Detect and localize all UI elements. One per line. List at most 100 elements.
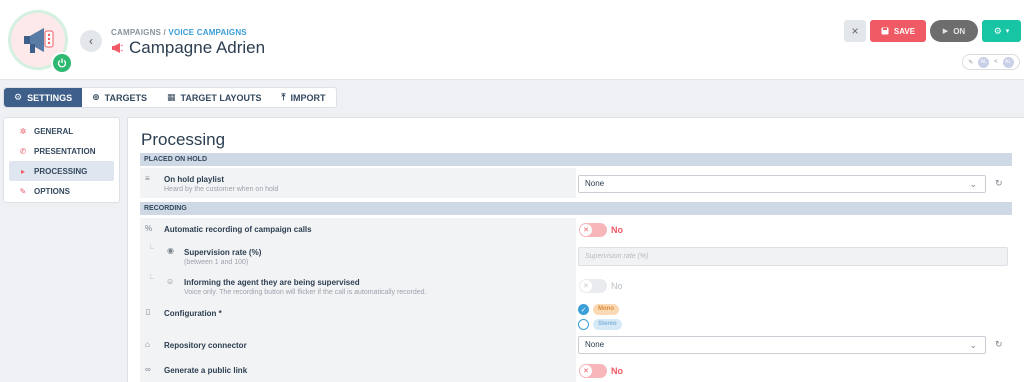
- close-icon: ✕: [580, 224, 592, 236]
- on-hold-playlist-label: On hold playlist: [164, 175, 225, 184]
- chevron-down-icon: ⌄: [969, 179, 977, 189]
- on-hold-playlist-help: Heard by the customer when on hold: [164, 186, 279, 193]
- tab-targets[interactable]: ⊕ TARGETS: [82, 88, 157, 107]
- auto-recording-value: No: [611, 225, 623, 235]
- mono-option-label: Mono: [593, 304, 619, 315]
- power-status-icon[interactable]: [51, 52, 73, 74]
- settings-dropdown-button[interactable]: ⚙ ▾: [982, 20, 1021, 42]
- upload-icon: ⤒: [281, 92, 286, 102]
- gear-icon: ⚙: [14, 92, 23, 102]
- input-placeholder: Supervision rate (%): [585, 253, 649, 260]
- sidebar-item-label: PRESENTATION: [34, 146, 96, 156]
- avatar: AL: [1002, 56, 1014, 68]
- refresh-icon[interactable]: ↻: [995, 339, 1003, 350]
- supervision-rate-input[interactable]: Supervision rate (%): [578, 247, 1008, 266]
- sidebar-item-options[interactable]: ✎ OPTIONS: [9, 181, 114, 201]
- breadcrumb: CAMPAIGNS / VOICE CAMPAIGNS: [111, 28, 247, 37]
- page-header: ‹ CAMPAIGNS / VOICE CAMPAIGNS Campagne A…: [0, 0, 1024, 80]
- chevron-down-icon: ⌄: [969, 340, 977, 350]
- user-icon: ☺: [166, 277, 175, 286]
- crosshair-icon: ⊕: [92, 92, 100, 102]
- close-button[interactable]: ×: [844, 20, 866, 42]
- close-icon: ✕: [580, 365, 592, 377]
- link-icon: ∞: [145, 365, 151, 374]
- configuration-label: Configuration *: [164, 309, 222, 318]
- breadcrumb-root[interactable]: CAMPAIGNS: [111, 28, 161, 37]
- configuration-label-text: Configuration: [164, 309, 217, 318]
- settings-sidebar: ✲ GENERAL ✆ PRESENTATION ▸ PROCESSING ✎ …: [3, 117, 120, 203]
- tab-label: TARGET LAYOUTS: [180, 92, 262, 103]
- public-link-toggle[interactable]: ✕: [579, 364, 607, 378]
- informing-agent-value: No: [611, 281, 623, 291]
- grid-icon: ▦: [166, 92, 176, 102]
- tab-label: TARGETS: [104, 92, 147, 103]
- megaphone-icon: [112, 43, 123, 53]
- tab-bar: ⚙ SETTINGS ⊕ TARGETS ▦ TARGET LAYOUTS ⤒ …: [3, 87, 337, 108]
- play-icon: ▸: [20, 166, 25, 176]
- required-marker: *: [218, 309, 222, 318]
- tab-target-layouts[interactable]: ▦ TARGET LAYOUTS: [157, 88, 272, 107]
- refresh-icon[interactable]: ↻: [995, 178, 1003, 189]
- tree-branch-icon: └: [148, 274, 154, 283]
- close-icon: ✕: [580, 280, 592, 292]
- gear-icon: ⚙: [993, 25, 1002, 36]
- save-icon: [881, 27, 889, 35]
- sidebar-item-label: OPTIONS: [34, 186, 71, 196]
- tab-label: IMPORT: [290, 92, 326, 103]
- wrench-icon: ✎: [19, 186, 27, 196]
- section-header-recording: RECORDING: [140, 202, 1012, 215]
- play-icon: ▶: [942, 28, 949, 35]
- sidebar-item-label: GENERAL: [34, 126, 74, 136]
- public-link-label: Generate a public link: [164, 366, 248, 375]
- tab-import[interactable]: ⤒ IMPORT: [272, 88, 336, 107]
- megaphone-icon: [24, 28, 54, 53]
- sidebar-item-label: PROCESSING: [34, 166, 88, 176]
- public-link-value: No: [611, 366, 623, 376]
- save-label: SAVE: [893, 26, 916, 36]
- auto-recording-toggle[interactable]: ✕: [579, 223, 607, 237]
- share-icon: <: [994, 59, 998, 65]
- on-label: ON: [953, 26, 966, 36]
- page-title: Campagne Adrien: [129, 38, 266, 57]
- avatar: AL: [978, 56, 990, 68]
- informing-agent-label: Informing the agent they are being super…: [184, 278, 360, 287]
- tab-settings[interactable]: ⚙ SETTINGS: [4, 88, 83, 107]
- playlist-icon: ≡: [145, 174, 150, 183]
- tree-branch-icon: └: [148, 244, 154, 253]
- radio-stereo[interactable]: [578, 319, 589, 330]
- radio-mono[interactable]: ✓: [578, 304, 589, 315]
- back-button[interactable]: ‹: [80, 30, 102, 52]
- phone-icon: ✆: [19, 146, 27, 156]
- sidebar-item-presentation[interactable]: ✆ PRESENTATION: [9, 141, 114, 161]
- percent-icon: %: [145, 224, 153, 233]
- collaborators-badge[interactable]: ✎ AL < AL: [962, 54, 1020, 70]
- file-icon: ▯: [146, 307, 151, 316]
- row-background: [140, 218, 576, 382]
- supervision-rate-help: (between 1 and 100): [184, 259, 249, 266]
- on-hold-playlist-select[interactable]: None ⌄: [578, 175, 986, 193]
- sidebar-item-general[interactable]: ✲ GENERAL: [9, 121, 114, 141]
- informing-agent-toggle[interactable]: ✕: [579, 279, 607, 293]
- building-icon: ⌂: [145, 340, 150, 349]
- eye-icon: ◉: [167, 246, 174, 255]
- check-icon: ✓: [580, 306, 587, 314]
- section-title: Processing: [141, 130, 226, 149]
- chevron-down-icon: ▾: [1005, 28, 1010, 35]
- section-header-placed-on-hold: PLACED ON HOLD: [140, 153, 1012, 166]
- auto-recording-label: Automatic recording of campaign calls: [164, 225, 312, 234]
- repository-connector-select[interactable]: None ⌄: [578, 336, 986, 354]
- save-button[interactable]: SAVE: [870, 20, 926, 42]
- on-toggle-button[interactable]: ▶ ON: [930, 20, 978, 42]
- repository-connector-label: Repository connector: [164, 341, 247, 350]
- informing-agent-help: Voice only. The recording button will fl…: [184, 289, 427, 296]
- sidebar-item-processing[interactable]: ▸ PROCESSING: [9, 161, 114, 181]
- breadcrumb-current[interactable]: VOICE CAMPAIGNS: [168, 28, 246, 37]
- gear-icon: ✲: [19, 126, 27, 136]
- supervision-rate-label: Supervision rate (%): [184, 248, 262, 257]
- stereo-option-label: Stereo: [593, 319, 622, 330]
- select-value: None: [585, 179, 605, 188]
- select-value: None: [585, 340, 605, 349]
- breadcrumb-separator: /: [163, 28, 166, 37]
- tab-label: SETTINGS: [27, 92, 73, 103]
- pencil-icon: ✎: [968, 59, 974, 66]
